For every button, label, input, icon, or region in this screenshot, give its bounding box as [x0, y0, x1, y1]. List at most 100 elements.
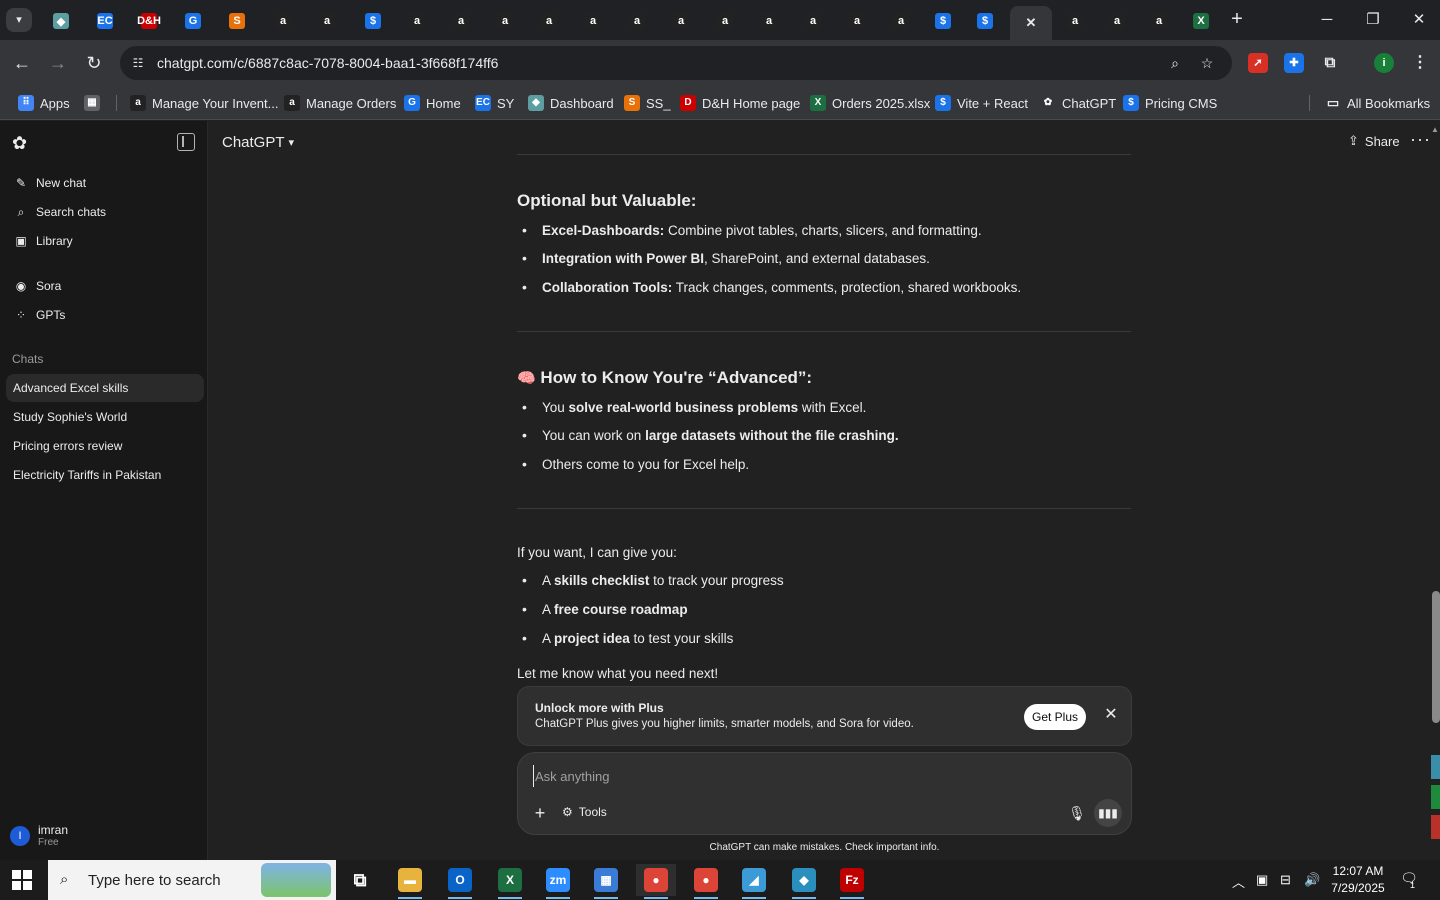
back-icon[interactable]: ←	[10, 51, 34, 75]
taskbar-app[interactable]: ◆	[784, 864, 824, 899]
sidebar-item-new-chat[interactable]: ✎ New chat	[6, 169, 202, 197]
bookmark-item[interactable]: $ Vite + React	[935, 93, 1028, 113]
browser-tab[interactable]: ◆	[40, 6, 82, 36]
taskbar-app[interactable]: zm	[538, 864, 578, 899]
taskbar-app[interactable]: ●	[686, 864, 726, 899]
bookmark-item[interactable]: a Manage Your Invent...	[130, 93, 278, 113]
restore-icon[interactable]: ❐	[1350, 0, 1396, 40]
sidebar-toggle-icon[interactable]	[177, 133, 195, 151]
all-bookmarks[interactable]: ▭ All Bookmarks	[1325, 93, 1430, 113]
site-info-icon[interactable]: ☷	[130, 55, 146, 71]
chat-history-item[interactable]: Advanced Excel skills	[6, 374, 204, 402]
browser-menu-icon[interactable]: ⋮	[1410, 53, 1430, 73]
browser-tab[interactable]: $	[352, 6, 394, 36]
profile-avatar[interactable]: i	[1374, 53, 1394, 73]
scroll-up-icon[interactable]: ▲	[1431, 125, 1439, 134]
browser-tab[interactable]: $	[964, 6, 1006, 36]
taskbar-app[interactable]: ⧉	[340, 864, 380, 896]
taskbar-search[interactable]: ⌕ Type here to search	[48, 860, 336, 900]
get-plus-button[interactable]: Get Plus	[1024, 704, 1086, 730]
taskbar-app[interactable]: ◢	[734, 864, 774, 899]
bookmark-item[interactable]: ✿ ChatGPT	[1040, 93, 1116, 113]
chat-history-item[interactable]: Study Sophie's World	[6, 403, 204, 431]
voice-mode-icon[interactable]: ▮▮▮	[1094, 799, 1122, 827]
bookmark-item[interactable]: G Home	[404, 93, 461, 113]
bookmark-item[interactable]: EC SY	[475, 93, 514, 113]
browser-tab[interactable]: ✕	[1010, 6, 1052, 40]
show-hidden-icons-icon[interactable]: ︿	[1232, 872, 1245, 891]
browser-tab[interactable]: a	[836, 6, 878, 36]
browser-tab[interactable]: a	[440, 6, 482, 36]
bookmark-item[interactable]: D D&H Home page	[680, 93, 800, 113]
avatar[interactable]: I	[10, 826, 30, 846]
minimize-icon[interactable]: ─	[1304, 0, 1350, 40]
scrollbar[interactable]: ▲	[1430, 121, 1440, 860]
url-text[interactable]: chatgpt.com/c/6887c8ac-7078-8004-baa1-3f…	[157, 55, 498, 71]
forward-icon[interactable]: →	[46, 51, 70, 75]
browser-tab[interactable]: a	[396, 6, 438, 36]
browser-tab[interactable]: a	[748, 6, 790, 36]
browser-tab[interactable]: a	[792, 6, 834, 36]
bookmark-star-icon[interactable]: ☆	[1198, 54, 1216, 72]
taskbar-app[interactable]: ▬	[390, 864, 430, 899]
sidebar-item-sora[interactable]: ◉ Sora	[6, 272, 202, 300]
taskbar-app[interactable]: X	[490, 864, 530, 899]
network-icon[interactable]: ⊟	[1280, 872, 1291, 888]
browser-tab[interactable]: a	[880, 6, 922, 36]
scrollbar-thumb[interactable]	[1432, 591, 1440, 723]
address-bar[interactable]: ☷ chatgpt.com/c/6887c8ac-7078-8004-baa1-…	[120, 46, 1232, 80]
zoom-icon[interactable]: ⌕	[1166, 54, 1184, 72]
new-tab-button[interactable]: +	[1226, 8, 1248, 30]
bookmark-item[interactable]: $ Pricing CMS	[1123, 93, 1217, 113]
more-options-icon[interactable]: ···	[1410, 129, 1431, 150]
browser-tab[interactable]: a	[262, 6, 304, 36]
browser-tab[interactable]: X	[1180, 6, 1222, 36]
close-icon[interactable]: ✕	[1101, 705, 1121, 725]
browser-tab[interactable]: G	[172, 6, 214, 36]
browser-tab[interactable]: a	[528, 6, 570, 36]
bookmark-item[interactable]: ⠿ Apps	[18, 93, 70, 113]
browser-tab[interactable]: a	[1138, 6, 1180, 36]
share-button[interactable]: ⇪ Share	[1348, 133, 1400, 149]
browser-tab[interactable]: a	[704, 6, 746, 36]
browser-tab[interactable]: a	[484, 6, 526, 36]
browser-tab[interactable]: a	[1096, 6, 1138, 36]
browser-tab[interactable]: a	[572, 6, 614, 36]
extensions-puzzle-icon[interactable]: ⧉	[1320, 53, 1340, 73]
taskbar-app[interactable]: O	[440, 864, 480, 899]
windows-start-icon[interactable]	[12, 870, 32, 890]
user-menu[interactable]: I imran Free	[10, 824, 68, 848]
sidebar-item-library[interactable]: ▣ Library	[6, 227, 202, 255]
bookmark-item[interactable]: S SS_	[624, 93, 671, 113]
chat-history-item[interactable]: Pricing errors review	[6, 432, 204, 460]
browser-tab[interactable]: a	[660, 6, 702, 36]
model-selector[interactable]: ChatGPT ▾	[222, 134, 294, 151]
chatgpt-logo-icon[interactable]: ✿	[12, 133, 32, 153]
notifications-icon[interactable]: 🗨 1	[1398, 870, 1420, 890]
extension-icon[interactable]: ✚	[1284, 53, 1304, 73]
bookmark-item[interactable]: ▦	[84, 93, 100, 113]
taskbar-app[interactable]: ●	[636, 864, 676, 899]
taskbar-app[interactable]: ▦	[586, 864, 626, 899]
chat-history-item[interactable]: Electricity Tariffs in Pakistan	[6, 461, 204, 489]
extension-icon[interactable]: ➚	[1248, 53, 1268, 73]
bookmark-item[interactable]: X Orders 2025.xlsx	[810, 93, 930, 113]
browser-tab[interactable]: $	[922, 6, 964, 36]
sidebar-item-gpts[interactable]: ⁘ GPTs	[6, 301, 202, 329]
prompt-input[interactable]	[533, 765, 1093, 787]
browser-tab[interactable]: EC	[84, 6, 126, 36]
bookmark-item[interactable]: ◆ Dashboard	[528, 93, 614, 113]
microphone-icon[interactable]: 🎙	[1067, 803, 1087, 823]
chevron-down-icon[interactable]: ▾	[6, 8, 32, 32]
search-highlight-image[interactable]	[261, 863, 331, 897]
add-attachment-icon[interactable]: +	[530, 803, 550, 823]
browser-tab[interactable]: a	[1054, 6, 1096, 36]
close-window-icon[interactable]: ✕	[1396, 0, 1440, 40]
browser-tab[interactable]: a	[306, 6, 348, 36]
browser-tab[interactable]: S	[216, 6, 258, 36]
bookmark-item[interactable]: a Manage Orders	[284, 93, 396, 113]
taskbar-app[interactable]: Fz	[832, 864, 872, 899]
browser-tab[interactable]: D&H	[128, 6, 170, 36]
reload-icon[interactable]: ↻	[82, 51, 106, 75]
browser-tab[interactable]: a	[616, 6, 658, 36]
